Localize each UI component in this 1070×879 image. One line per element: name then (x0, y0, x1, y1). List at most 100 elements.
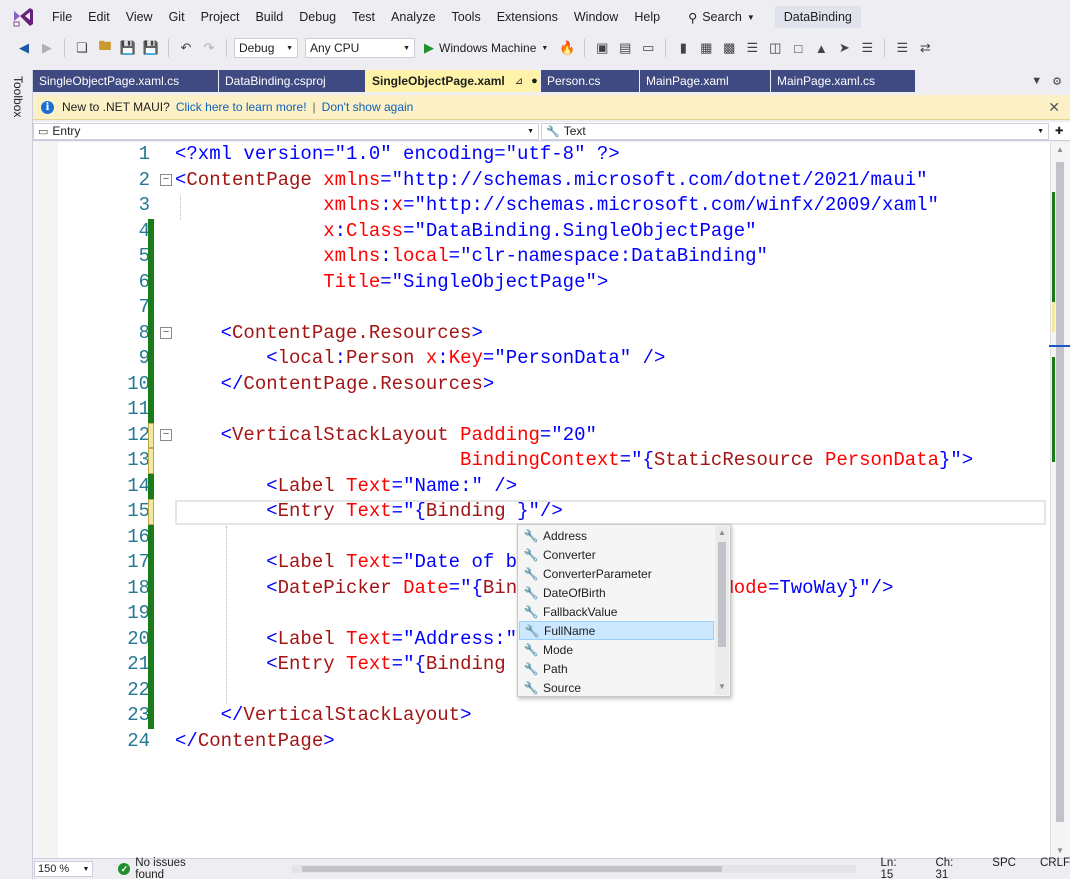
uncomment-icon[interactable]: ⇄ (915, 38, 935, 58)
menu-git[interactable]: Git (161, 0, 193, 34)
platform-dropdown[interactable]: Any CPU ▼ (305, 38, 415, 58)
token: = (391, 500, 404, 522)
tab-person-cs[interactable]: Person.cs (541, 70, 640, 92)
search-menu[interactable]: ⚲ Search ▼ (678, 10, 765, 25)
settings-gear-icon[interactable]: ⚙ (1052, 75, 1062, 88)
run-button[interactable]: ▶ Windows Machine ▼ (418, 40, 554, 56)
completion-item-fullname[interactable]: 🔧 FullName (519, 621, 714, 640)
tab-list-dropdown-icon[interactable]: ▼ (1031, 75, 1042, 87)
column-indicator[interactable]: Ch: 31 (935, 857, 968, 879)
pointer-icon[interactable]: ➤ (834, 38, 854, 58)
line-number: 12 (127, 423, 150, 446)
collapse-icon[interactable]: − (160, 326, 172, 339)
split-editor-icon[interactable]: ✚ (1055, 126, 1063, 137)
menu-test[interactable]: Test (344, 0, 383, 34)
open-folder-icon[interactable]: 🖿 (95, 38, 115, 58)
window-icon[interactable]: □ (788, 38, 808, 58)
token: Text (346, 474, 392, 497)
token: Entry (277, 500, 335, 522)
comment-icon[interactable]: ☰ (892, 38, 912, 58)
toolbox-tab[interactable]: Toolbox (11, 76, 25, 117)
menu-help[interactable]: Help (626, 0, 668, 34)
redo-icon[interactable]: ↷ (199, 38, 219, 58)
tab-mainpage-xaml-cs[interactable]: MainPage.xaml.cs (771, 70, 916, 92)
menu-window[interactable]: Window (566, 0, 626, 34)
token: x (425, 347, 438, 369)
tab-databinding-csproj[interactable]: DataBinding.csproj (219, 70, 366, 92)
undo-icon[interactable]: ↶ (176, 38, 196, 58)
back-icon[interactable]: ◀ (14, 38, 34, 58)
tab-singleobjectpage-xaml[interactable]: SingleObjectPage.xaml ⊿ ● (366, 70, 541, 92)
scroll-thumb[interactable] (301, 866, 722, 872)
horizontal-scrollbar[interactable] (291, 865, 856, 873)
new-project-icon[interactable]: ❏ (72, 38, 92, 58)
device-icon[interactable]: ▭ (638, 38, 658, 58)
completion-scrollbar[interactable]: ▲ ▼ (715, 526, 729, 695)
scroll-up-icon[interactable]: ▲ (1051, 145, 1069, 154)
menu-debug[interactable]: Debug (291, 0, 344, 34)
scroll-up-icon[interactable]: ▲ (715, 528, 729, 537)
close-icon[interactable]: ✕ (1048, 99, 1060, 116)
step-icon[interactable]: ▮ (673, 38, 693, 58)
align-icon[interactable]: ☰ (857, 38, 877, 58)
tab-singleobjectpage-xaml-cs[interactable]: SingleObjectPage.xaml.cs (33, 70, 219, 92)
layout-icon[interactable]: ▤ (615, 38, 635, 58)
monitor-icon[interactable]: ◫ (765, 38, 785, 58)
member-selector-dropdown[interactable]: 🔧 Text ▼ (541, 122, 1049, 140)
completion-item-fallbackvalue[interactable]: 🔧 FallbackValue (519, 602, 714, 621)
change-mark (1052, 302, 1055, 332)
completion-item-source[interactable]: 🔧 Source (519, 678, 714, 697)
menu-tools[interactable]: Tools (444, 0, 489, 34)
vertical-scrollbar[interactable]: ▲ ▼ (1049, 142, 1070, 858)
zoom-dropdown[interactable]: 150 % ▼ (34, 861, 94, 877)
browse-icon[interactable]: ▣ (592, 38, 612, 58)
collapse-icon[interactable]: − (160, 173, 172, 186)
pin-icon[interactable]: ⊿ (515, 76, 523, 87)
list-icon[interactable]: ☰ (742, 38, 762, 58)
completion-item-address[interactable]: 🔧 Address (519, 526, 714, 545)
save-icon[interactable]: 💾 (118, 38, 138, 58)
completion-item-mode[interactable]: 🔧 Mode (519, 640, 714, 659)
menu-edit[interactable]: Edit (80, 0, 118, 34)
learn-more-link[interactable]: Click here to learn more! (176, 100, 307, 114)
scroll-down-icon[interactable]: ▼ (1051, 846, 1069, 855)
forward-icon[interactable]: ▶ (37, 38, 57, 58)
issues-indicator[interactable]: ✓ No issues found (118, 857, 216, 879)
save-all-icon[interactable]: 💾 (141, 38, 161, 58)
scroll-thumb[interactable] (718, 542, 726, 647)
menu-view[interactable]: View (118, 0, 161, 34)
scroll-thumb[interactable] (1056, 162, 1064, 822)
completion-item-converterparameter[interactable]: 🔧 ConverterParameter (519, 564, 714, 583)
code-line: 11 (33, 397, 1050, 423)
change-indicator (148, 346, 154, 372)
tab-mainpage-xaml[interactable]: MainPage.xaml (640, 70, 771, 92)
scroll-down-icon[interactable]: ▼ (715, 682, 729, 691)
completion-item-converter[interactable]: 🔧 Converter (519, 545, 714, 564)
whitespace-indicator[interactable]: SPC (992, 857, 1016, 879)
dont-show-again-link[interactable]: Don't show again (322, 100, 414, 114)
terminal-icon[interactable]: ▩ (719, 38, 739, 58)
line-number: 5 (138, 245, 150, 267)
menu-analyze[interactable]: Analyze (383, 0, 443, 34)
token: "PersonData" (494, 347, 632, 369)
package-icon[interactable]: ▦ (696, 38, 716, 58)
configuration-dropdown[interactable]: Debug ▼ (234, 38, 298, 58)
line-indicator[interactable]: Ln: 15 (881, 857, 912, 879)
menu-project[interactable]: Project (193, 0, 248, 34)
element-selector-dropdown[interactable]: ▭ Entry ▼ (33, 122, 539, 140)
completion-item-path[interactable]: 🔧 Path (519, 659, 714, 678)
code-text: <Entry Text="{Binding }"/> (175, 499, 563, 525)
collapse-icon[interactable]: − (160, 428, 172, 441)
menu-file[interactable]: File (44, 0, 80, 34)
print-icon[interactable]: ▲ (811, 38, 831, 58)
menu-extensions[interactable]: Extensions (489, 0, 566, 34)
code-line: 12 − <VerticalStackLayout Padding="20" (33, 422, 1050, 448)
modified-dot-icon[interactable]: ● (531, 75, 538, 87)
completion-item-dateofbirth[interactable]: 🔧 DateOfBirth (519, 583, 714, 602)
menu-build[interactable]: Build (247, 0, 291, 34)
line-ending-indicator[interactable]: CRLF (1040, 857, 1070, 879)
hot-reload-icon[interactable]: 🔥 (557, 38, 577, 58)
code-editor[interactable]: 1 <?xml version="1.0" encoding="utf-8" ?… (33, 142, 1050, 858)
